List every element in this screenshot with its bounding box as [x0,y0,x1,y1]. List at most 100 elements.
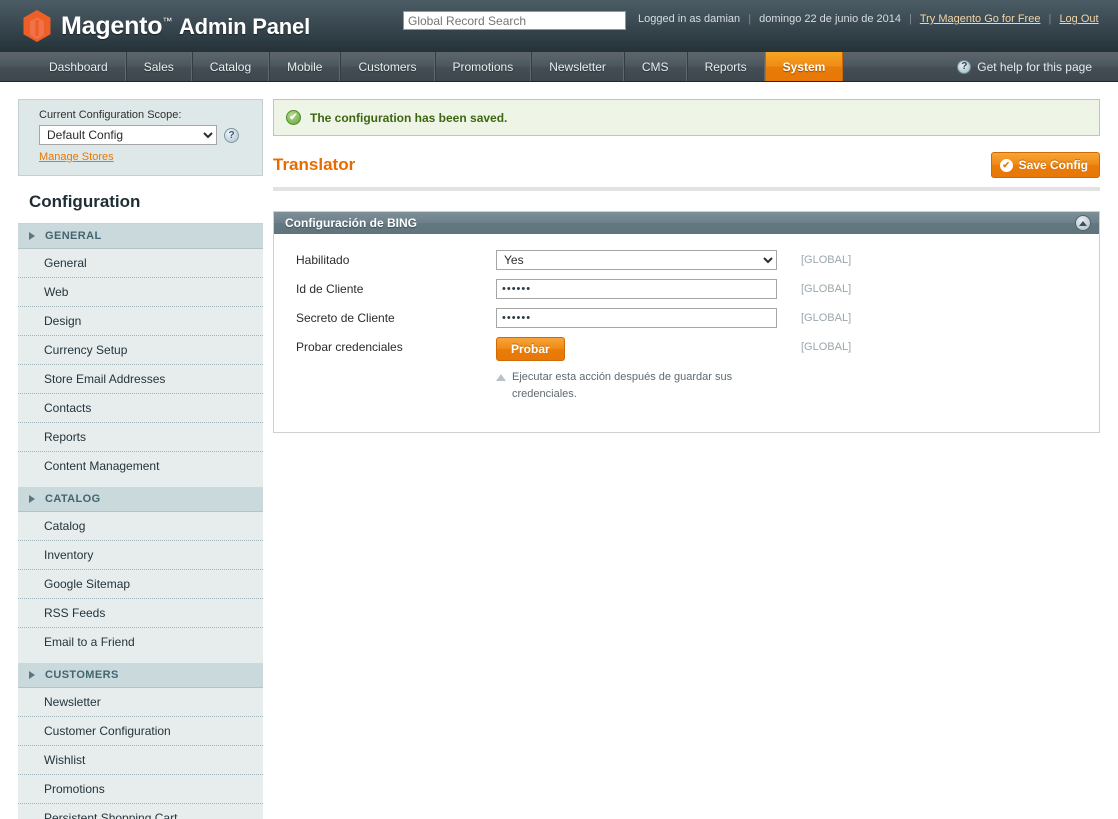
sidebar-item-persistent-shopping-cart[interactable]: Persistent Shopping Cart [18,804,263,819]
field-note: Ejecutar esta acción después de guardar … [496,369,746,403]
success-message: ✔ The configuration has been saved. [273,99,1100,136]
sidebar-section-catalog[interactable]: CATALOG [18,487,263,512]
nav-item-newsletter[interactable]: Newsletter [531,52,624,81]
bing-configuration-panel: Configuración de BING Habilitado YesNo [GL… [273,211,1100,433]
sidebar-section-general[interactable]: GENERAL [18,224,263,249]
field-label: Probar credenciales [296,340,403,354]
success-message-text: The configuration has been saved. [310,110,508,125]
manage-stores-link[interactable]: Manage Stores [39,151,114,163]
panel-header[interactable]: Configuración de BING [274,212,1099,234]
field-control: •••••• [496,279,779,299]
nav-item-reports[interactable]: Reports [686,52,765,81]
get-help-label: Get help for this page [977,59,1092,74]
save-config-label: Save Config [1018,158,1088,172]
save-config-button[interactable]: ✔ Save Config [990,152,1100,178]
page-body: Current Configuration Scope: Default Con… [0,82,1118,819]
nav-item-system[interactable]: System [764,52,844,81]
brand-tm: ™ [162,16,173,28]
header-user-info: Logged in as damian | domingo 22 de juni… [638,13,1099,25]
sep-1: | [748,13,752,25]
field-note-text: Ejecutar esta acción después de guardar … [512,371,733,400]
chevron-right-icon [29,232,35,240]
sidebar-item-design[interactable]: Design [18,307,263,336]
main-content: ✔ The configuration has been saved. Tran… [273,99,1100,819]
sidebar-group: Catalog Inventory Google Sitemap RSS Feeds E… [18,512,263,663]
question-mark-icon[interactable]: ? [224,127,239,143]
main-navigation: Dashboard Sales Catalog Mobile Customers Prom… [0,52,1118,82]
field-label: Habilitado [296,253,350,267]
sidebar-item-rss-feeds[interactable]: RSS Feeds [18,599,263,628]
scope-label: Current Configuration Scope: [39,109,182,121]
field-control: YesNo [496,250,779,270]
nav-item-sales[interactable]: Sales [125,52,192,81]
field-row: Secreto de Cliente •••••• [GLOBAL] [274,308,1099,328]
global-search-input[interactable] [403,11,626,30]
sidebar-item-promotions[interactable]: Promotions [18,775,263,804]
magento-logo-icon [22,9,52,43]
logout-link[interactable]: Log Out [1059,13,1098,25]
field-scope: [GLOBAL] [801,283,852,295]
sidebar-item-catalog[interactable]: Catalog [18,512,263,541]
field-control: •••••• [496,308,779,328]
password-input-id-de-cliente[interactable]: •••••• [496,279,777,299]
field-row: Probar credenciales Probar Ejecutar esta a… [274,337,1099,403]
check-circle-icon: ✔ [286,110,301,125]
sidebar-item-currency-setup[interactable]: Currency Setup [18,336,263,365]
sidebar-item-reports[interactable]: Reports [18,423,263,452]
panel-body: Habilitado YesNo [GLOBAL] Id de Cliente ••••… [274,234,1099,432]
chevron-up-icon[interactable] [1075,215,1091,231]
current-date: domingo 22 de junio de 2014 [759,13,902,25]
scope-select[interactable]: Default Config [39,125,217,145]
sidebar-group: General Web Design Currency Setup Store Emai… [18,249,263,487]
sep-3: | [1048,13,1052,25]
field-row: Habilitado YesNo [GLOBAL] [274,250,1099,270]
check-circle-icon: ✔ [999,158,1013,172]
configuration-scope-box: Current Configuration Scope: Default Con… [18,99,263,176]
sidebar-section-customers[interactable]: CUSTOMERS [18,663,263,688]
chevron-right-icon [29,671,35,679]
sidebar-item-contacts[interactable]: Contacts [18,394,263,423]
panel-title: Configuración de BING [285,216,417,230]
sidebar-section-label: CUSTOMERS [45,669,119,681]
sidebar-item-newsletter[interactable]: Newsletter [18,688,263,717]
configuration-heading: Configuration [18,176,263,224]
get-help-link[interactable]: ? Get help for this page [957,52,1092,81]
sidebar-group: Newsletter Customer Configuration Wishlist… [18,688,263,819]
sidebar-item-wishlist[interactable]: Wishlist [18,746,263,775]
brand-name: Magento [61,11,163,40]
password-input-secreto-de-cliente[interactable]: •••••• [496,308,777,328]
select-habilitado[interactable]: YesNo [496,250,777,270]
sidebar-section-label: CATALOG [45,493,101,505]
field-row: Id de Cliente •••••• [GLOBAL] [274,279,1099,299]
nav-item-dashboard[interactable]: Dashboard [32,52,126,81]
sidebar-item-general[interactable]: General [18,249,263,278]
try-magento-go-link[interactable]: Try Magento Go for Free [920,13,1041,25]
nav-item-catalog[interactable]: Catalog [191,52,270,81]
brand-title: Magento™ Admin Panel [61,12,310,41]
field-scope: [GLOBAL] [801,254,852,266]
field-scope: [GLOBAL] [801,312,852,324]
nav-item-cms[interactable]: CMS [623,52,687,81]
field-control: Probar Ejecutar esta acción después de gu… [496,337,779,403]
logo[interactable]: Magento™ Admin Panel [22,9,310,43]
sidebar-section-label: GENERAL [45,230,102,242]
sidebar-item-email-to-a-friend[interactable]: Email to a Friend [18,628,263,656]
sidebar-item-store-email-addresses[interactable]: Store Email Addresses [18,365,263,394]
sidebar: Current Configuration Scope: Default Con… [18,99,263,819]
test-credentials-button[interactable]: Probar [496,337,565,361]
warning-triangle-icon [496,374,506,381]
app-header: Magento™ Admin Panel Logged in as damian… [0,0,1118,52]
sidebar-item-customer-configuration[interactable]: Customer Configuration [18,717,263,746]
sidebar-item-inventory[interactable]: Inventory [18,541,263,570]
page-title: Translator [273,155,356,174]
brand-suffix: Admin Panel [178,13,310,39]
chevron-right-icon [29,495,35,503]
nav-item-promotions[interactable]: Promotions [434,52,532,81]
sidebar-item-google-sitemap[interactable]: Google Sitemap [18,570,263,599]
nav-item-customers[interactable]: Customers [340,52,435,81]
sidebar-item-web[interactable]: Web [18,278,263,307]
sidebar-section-list: GENERAL General Web Design Currency Setup Sto… [18,224,263,819]
sidebar-item-content-management[interactable]: Content Management [18,452,263,480]
nav-item-mobile[interactable]: Mobile [269,52,341,81]
field-label: Secreto de Cliente [296,311,395,325]
